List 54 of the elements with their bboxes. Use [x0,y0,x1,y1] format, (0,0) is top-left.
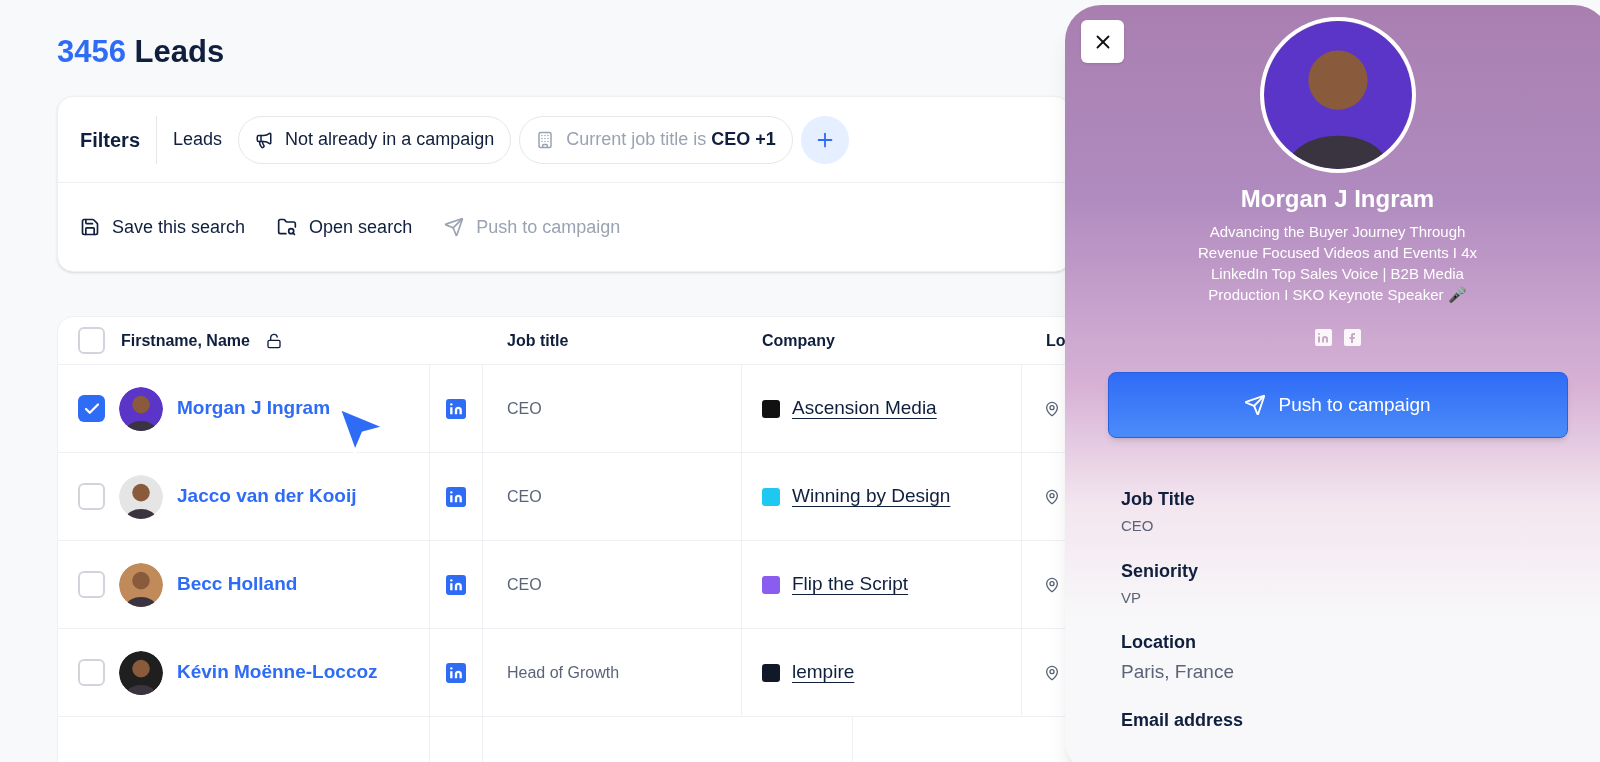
linkedin-icon[interactable] [446,574,466,595]
unlock-icon [265,332,282,349]
linkedin-icon[interactable] [1314,329,1332,346]
megaphone-icon [255,130,274,149]
select-all-checkbox[interactable] [78,327,105,354]
location-pin-icon [1044,576,1060,593]
company-link[interactable]: Flip the Script [792,570,909,599]
linkedin-icon[interactable] [446,398,466,419]
company-link[interactable]: lempire [792,658,855,687]
close-button[interactable] [1081,20,1124,63]
detail-label: Location [1121,631,1197,654]
column-header: Company [762,331,835,349]
column-header: Job title [507,331,569,349]
linkedin-icon[interactable] [446,486,466,507]
profile-name: Morgan J Ingram [1240,184,1435,214]
toolbar-button[interactable]: Open search [277,213,413,241]
send-icon [444,217,465,237]
location-pin-icon [1044,488,1060,505]
lead-name-link[interactable]: Becc Holland [177,570,298,599]
company-link[interactable]: Ascension Media [792,394,937,423]
detail-label: Email address [1121,708,1245,732]
column-header: Lo [1046,331,1066,349]
detail-label: Seniority [1121,559,1200,583]
lead-name-link[interactable]: Jacco van der Kooij [177,482,357,511]
job-title-cell-text: CEO [507,574,542,595]
row-checkbox[interactable] [78,395,105,422]
row-checkbox[interactable] [78,571,105,598]
building-icon [536,130,555,149]
row-checkbox[interactable] [78,483,105,510]
lead-name-link[interactable]: Kévin Moënne-Loccoz [177,658,378,687]
folder-search-icon [277,217,298,237]
scope-label: Leads [172,128,224,151]
company-link[interactable]: Winning by Design [792,482,951,511]
detail-value: Paris, France [1121,660,1235,684]
floppy-icon [80,217,100,237]
filters-label: Filters [80,115,158,164]
job-title-cell-text: CEO [507,486,542,507]
row-checkbox[interactable] [78,659,105,686]
profile-bio: Advancing the Buyer Journey Through Revenue Focused Videos and Events I 4x LinkedIn Top Sales Voice | B2B Media Production I SKO Keynote Speaker 🎤 [1196,222,1479,305]
location-pin-icon [1044,400,1060,417]
detail-label: Job Title [1121,488,1196,511]
job-title-cell-text: Head of Growth [507,662,620,683]
send-icon [1244,394,1267,416]
column-header: Firstname, Name [121,330,250,351]
location-pin-icon [1044,664,1060,681]
detail-value: VP [1121,587,1142,608]
toolbar-button[interactable]: Save this search [80,213,246,241]
facebook-icon[interactable] [1343,329,1361,346]
linkedin-icon[interactable] [446,662,466,683]
push-to-campaign-button[interactable]: Push to campaign [1107,372,1568,438]
job-title-cell-text: CEO [507,398,542,419]
page-title: 3456 Leads [57,33,226,71]
lead-name-link[interactable]: Morgan J Ingram [177,394,331,423]
detail-value: CEO [1121,516,1155,536]
